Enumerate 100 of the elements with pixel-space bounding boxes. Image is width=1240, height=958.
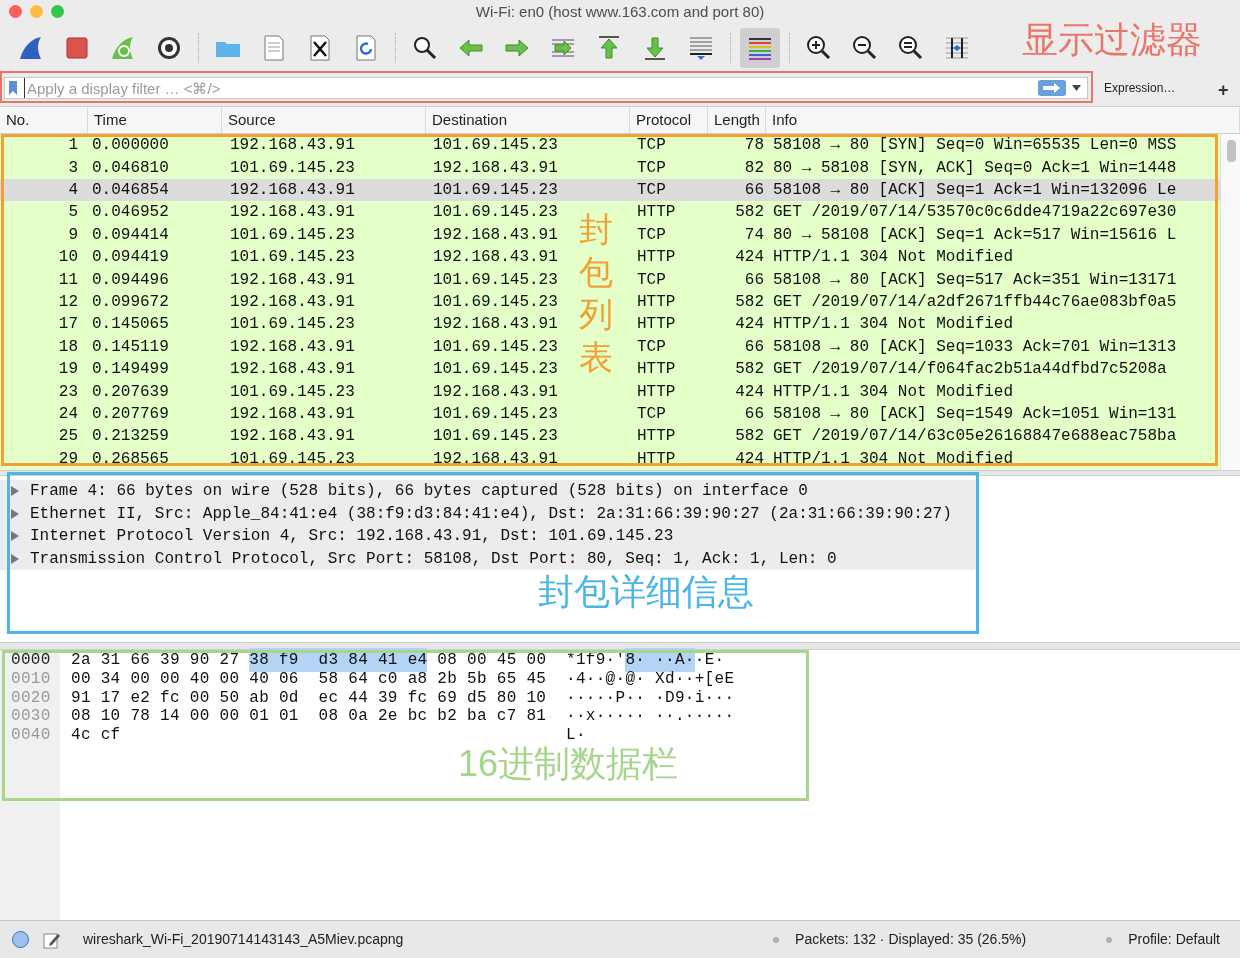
table-cell: 424 (735, 449, 764, 468)
column-header[interactable]: Length (708, 107, 766, 133)
expander-icon[interactable] (10, 486, 20, 497)
table-cell: 101.69.145.23 (230, 382, 355, 401)
scrollbar[interactable] (1220, 134, 1240, 470)
table-cell: HTTP (637, 248, 676, 267)
offset-text: 0000 (10, 650, 52, 672)
zoom-out-icon (851, 34, 879, 62)
table-cell: 25 (58, 427, 78, 446)
table-cell: 192.168.43.91 (230, 203, 355, 222)
hex-bytes: 4c cf (71, 725, 121, 747)
table-cell: 424 (735, 382, 764, 401)
table-cell: 101.69.145.23 (433, 203, 558, 222)
edit-comment-icon[interactable] (43, 930, 61, 949)
table-cell: 192.168.43.91 (433, 382, 558, 401)
table-cell: 582 (735, 427, 764, 446)
table-cell: 5 (68, 203, 78, 222)
hex-bytes: 08 10 78 14 00 00 01 01 08 0a 2e bc b2 ba c7 81 (71, 706, 547, 727)
expander-icon[interactable] (10, 553, 20, 564)
packet-row[interactable]: 25 0.213259 192.168.43.91 101.69.145.23 HTTP 582 GET /2019/07/14/63c05e26168847e688eac758ba (0, 425, 1220, 448)
table-cell: 74 (744, 225, 764, 244)
table-cell: 101.69.145.23 (230, 158, 355, 177)
table-cell: 101.69.145.23 (433, 360, 558, 379)
table-cell: 101.69.145.23 (433, 292, 558, 311)
hex-bytes: 08 00 45 00 (436, 650, 547, 671)
window-title: Wi-Fi: en0 (host www.163.com and port 80) (475, 1, 765, 22)
table-cell: HTTP (637, 360, 676, 379)
table-cell: 58108 → 80 [ACK] Seq=1033 Ack=701 Win=1313 (773, 337, 1177, 356)
table-cell: 29 (58, 449, 78, 468)
profile-name[interactable]: Profile: Default (1128, 929, 1220, 950)
table-cell: 66 (744, 404, 764, 423)
table-cell: 192.168.43.91 (230, 292, 355, 311)
table-cell: 1 (68, 136, 78, 155)
filter-annotation-label: 显示过滤器 (1022, 18, 1202, 62)
table-cell: 101.69.145.23 (230, 225, 355, 244)
add-filter-button[interactable]: + (1213, 77, 1234, 99)
table-cell: TCP (637, 158, 666, 177)
table-cell: HTTP (637, 292, 676, 311)
table-cell: 192.168.43.91 (433, 225, 558, 244)
table-cell: HTTP/1.1 304 Not Modified (773, 382, 1014, 401)
table-cell: TCP (637, 337, 666, 356)
autoscroll-icon (687, 34, 715, 62)
packet-row[interactable]: 24 0.207769 192.168.43.91 101.69.145.23 TCP 66 58108 → 80 [ACK] Seq=1549 Ack=1051 Win=131 (0, 402, 1220, 426)
column-header[interactable]: Destination (426, 107, 630, 133)
column-header[interactable]: Info (766, 107, 1240, 133)
table-cell: 192.168.43.91 (230, 270, 355, 289)
expression-button[interactable]: Expression… (1098, 77, 1182, 99)
table-cell: HTTP (637, 203, 676, 222)
dropdown-caret-icon[interactable] (1072, 85, 1081, 91)
table-cell: 17 (58, 315, 78, 334)
hex-bytes: 91 17 e2 fc 00 50 ab 0d ec 44 39 fc 69 d5 80 10 (71, 687, 547, 708)
table-cell: 582 (735, 292, 764, 311)
table-cell: 101.69.145.23 (433, 270, 558, 289)
colorize-button[interactable] (740, 28, 780, 68)
table-cell: HTTP (637, 315, 676, 334)
hex-bytes: 2a 31 66 39 90 27 (71, 650, 241, 672)
bookmark-icon[interactable] (8, 81, 18, 95)
table-cell: 0.207639 (92, 382, 169, 401)
tree-item-text: Frame 4: 66 bytes on wire (528 bits), 66 bytes captured (528 bits) on interface 0 (30, 481, 808, 503)
table-cell: 58108 → 80 [SYN] Seq=0 Win=65535 Len=0 MSS (773, 136, 1177, 155)
packet-row[interactable]: 3 0.046810 101.69.145.23 192.168.43.91 TCP 82 80 → 58108 [SYN, ACK] Seq=0 Ack=1 Win=1448 (0, 156, 1220, 179)
packet-row[interactable]: 4 0.046854 192.168.43.91 101.69.145.23 TCP 66 58108 → 80 [ACK] Seq=1 Ack=1 Win=132096 Le (0, 178, 1220, 202)
close-window-button[interactable] (9, 5, 22, 18)
table-cell: 80 → 58108 [ACK] Seq=1 Ack=517 Win=15616 L (773, 225, 1177, 244)
status-indicator-icon[interactable] (12, 931, 29, 948)
table-cell: 582 (735, 203, 764, 222)
column-header[interactable]: No. (0, 107, 88, 133)
table-cell: 192.168.43.91 (433, 248, 558, 267)
table-cell: 192.168.43.91 (230, 136, 355, 155)
expander-icon[interactable] (10, 531, 20, 542)
table-cell: 10 (58, 248, 78, 267)
tree-item-text: Internet Protocol Version 4, Src: 192.168.43.91, Dst: 101.69.145.23 (30, 526, 674, 548)
table-cell: 0.149499 (92, 360, 169, 379)
column-header[interactable]: Protocol (630, 107, 708, 133)
table-cell: 192.168.43.91 (433, 449, 558, 468)
table-cell: 101.69.145.23 (433, 181, 558, 199)
table-cell: 101.69.145.23 (230, 315, 355, 334)
table-cell: 0.145119 (92, 337, 169, 356)
table-cell: 24 (58, 404, 78, 423)
table-cell: 0.094419 (92, 248, 169, 267)
table-cell: 424 (735, 248, 764, 267)
table-cell: 80 → 58108 [SYN, ACK] Seq=0 Ack=1 Win=1448 (773, 158, 1177, 177)
expander-icon[interactable] (10, 508, 20, 519)
table-cell: 78 (744, 136, 764, 155)
ascii-text: ··x····· ··.····· (566, 706, 735, 728)
table-cell: 0.046952 (92, 203, 169, 222)
table-cell: 192.168.43.91 (230, 360, 355, 379)
table-cell: 192.168.43.91 (230, 404, 355, 423)
tree-row[interactable]: Transmission Control Protocol, Src Port: 58108, Dst Port: 80, Seq: 1, Ack: 1, Len: 0 (0, 547, 978, 570)
packet-row[interactable]: 23 0.207639 101.69.145.23 192.168.43.91 HTTP 424 HTTP/1.1 304 Not Modified (0, 380, 1220, 403)
table-cell: 192.168.43.91 (433, 158, 558, 177)
search-icon (411, 34, 439, 62)
tree-row[interactable]: Frame 4: 66 bytes on wire (528 bits), 66 bytes captured (528 bits) on interface 0 (0, 480, 978, 503)
column-header[interactable]: Source (222, 107, 426, 133)
column-header[interactable]: Time (88, 107, 222, 133)
tree-row[interactable]: Internet Protocol Version 4, Src: 192.168.43.91, Dst: 101.69.145.23 (0, 525, 978, 548)
scrollbar-thumb[interactable] (1227, 140, 1236, 162)
table-cell: 0.099672 (92, 292, 169, 311)
zoom-in-icon (805, 34, 833, 62)
table-cell: 192.168.43.91 (230, 337, 355, 356)
